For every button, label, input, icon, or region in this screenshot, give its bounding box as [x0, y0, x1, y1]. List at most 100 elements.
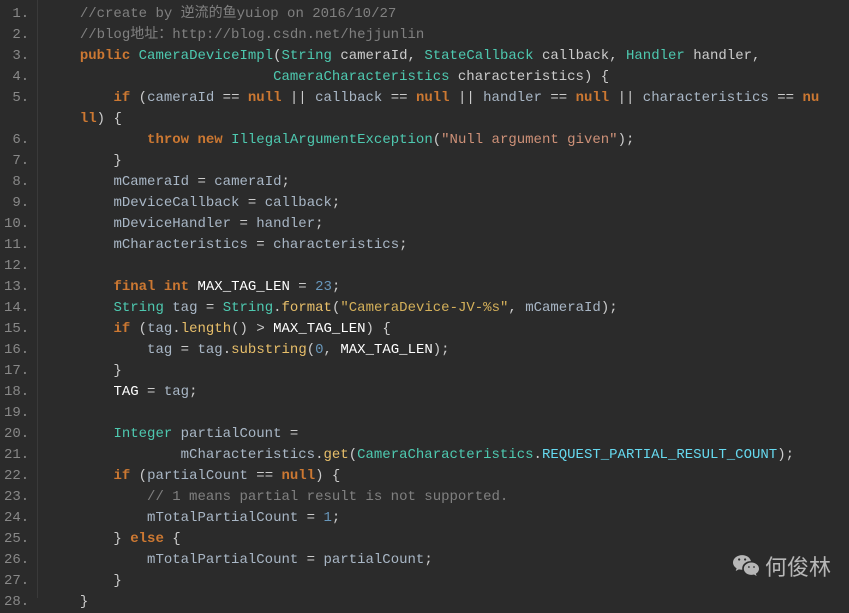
line-number: 25.	[4, 529, 29, 550]
code-line[interactable]: ll) {	[46, 109, 819, 130]
line-number: 17.	[4, 361, 29, 382]
token-keyword: null	[248, 90, 282, 106]
token-op: ==	[382, 90, 416, 106]
token-plain	[46, 468, 113, 484]
line-number: 9.	[4, 193, 29, 214]
token-paren: ) {	[97, 111, 122, 127]
code-line[interactable]: if (tag.length() > MAX_TAG_LEN) {	[46, 319, 819, 340]
code-line[interactable]: mDeviceHandler = handler;	[46, 214, 819, 235]
token-paren: }	[46, 531, 130, 547]
code-editor: 1.2.3.4.5. 6.7.8.9.10.11.12.13.14.15.16.…	[0, 0, 849, 598]
code-line[interactable]: // 1 means partial result is not support…	[46, 487, 819, 508]
token-ident: handler	[256, 216, 315, 232]
token-op: =	[197, 300, 222, 316]
token-paren: }	[46, 153, 122, 169]
code-line[interactable]: if (cameraId == null || callback == null…	[46, 88, 819, 109]
code-line[interactable]: //blog地址：http://blog.csdn.net/hejjunlin	[46, 25, 819, 46]
token-plain: .	[534, 447, 542, 463]
code-line[interactable]: String tag = String.format("CameraDevice…	[46, 298, 819, 319]
token-keyword: int	[164, 279, 189, 295]
token-paren: ) {	[366, 321, 391, 337]
token-plain: ,	[508, 300, 525, 316]
token-keyword: throw	[147, 132, 189, 148]
token-plain	[46, 27, 80, 43]
token-paren: }	[46, 594, 88, 610]
token-paren: (	[130, 90, 147, 106]
line-number: 13.	[4, 277, 29, 298]
token-plain	[46, 237, 113, 253]
token-op: =	[298, 510, 323, 526]
code-line[interactable]: throw new IllegalArgumentException("Null…	[46, 130, 819, 151]
token-plain: ;	[332, 510, 340, 526]
token-plain	[46, 6, 80, 22]
token-ident: cameraId	[147, 90, 214, 106]
token-keyword: null	[416, 90, 450, 106]
token-white: TAG	[113, 384, 138, 400]
code-line[interactable]: mTotalPartialCount = 1;	[46, 508, 819, 529]
code-line[interactable]: tag = tag.substring(0, MAX_TAG_LEN);	[46, 340, 819, 361]
line-number: 19.	[4, 403, 29, 424]
token-plain	[130, 48, 138, 64]
code-line[interactable]: } else {	[46, 529, 819, 550]
token-plain: .	[223, 342, 231, 358]
token-plain	[46, 321, 113, 337]
code-area[interactable]: //create by 逆流的鱼yuiop on 2016/10/27 //bl…	[38, 0, 819, 598]
code-line[interactable]: final int MAX_TAG_LEN = 23;	[46, 277, 819, 298]
token-ident: partialCount	[324, 552, 425, 568]
token-plain	[46, 174, 113, 190]
token-plain	[46, 426, 113, 442]
token-keyword: public	[80, 48, 130, 64]
code-line[interactable]: }	[46, 361, 819, 382]
code-line[interactable]: //create by 逆流的鱼yuiop on 2016/10/27	[46, 4, 819, 25]
code-line[interactable]: if (partialCount == null) {	[46, 466, 819, 487]
line-number: 14.	[4, 298, 29, 319]
token-op: ||	[450, 90, 484, 106]
token-paren: (	[130, 468, 147, 484]
code-line[interactable]: mCameraId = cameraId;	[46, 172, 819, 193]
token-keyword: final	[113, 279, 155, 295]
token-plain: ;	[315, 216, 323, 232]
code-line[interactable]: mDeviceCallback = callback;	[46, 193, 819, 214]
code-line[interactable]	[46, 256, 819, 277]
code-line[interactable]: }	[46, 592, 819, 613]
token-plain	[46, 90, 113, 106]
token-ident: tag	[164, 384, 189, 400]
token-classname: CameraCharacteristics	[273, 69, 449, 85]
token-op: =	[248, 237, 273, 253]
line-number: 20.	[4, 424, 29, 445]
code-line[interactable]: CameraCharacteristics characteristics) {	[46, 67, 819, 88]
code-line[interactable]: TAG = tag;	[46, 382, 819, 403]
code-line[interactable]: mTotalPartialCount = partialCount;	[46, 550, 819, 571]
token-plain: ;	[424, 552, 432, 568]
code-line[interactable]: }	[46, 571, 819, 592]
token-op: ==	[769, 90, 803, 106]
token-op: ||	[609, 90, 643, 106]
token-classname: IllegalArgumentException	[231, 132, 433, 148]
token-plain	[155, 279, 163, 295]
token-keyword: null	[282, 468, 316, 484]
token-keyword: new	[197, 132, 222, 148]
token-ident: tag	[147, 342, 172, 358]
line-number: 5.	[4, 88, 29, 109]
code-line[interactable]: mCharacteristics = characteristics;	[46, 235, 819, 256]
token-op: ==	[214, 90, 248, 106]
code-line[interactable]	[46, 403, 819, 424]
token-paren: );	[618, 132, 635, 148]
token-field: mDeviceCallback	[113, 195, 239, 211]
line-number: 15.	[4, 319, 29, 340]
token-plain	[534, 48, 542, 64]
line-number: 26.	[4, 550, 29, 571]
code-line[interactable]: mCharacteristics.get(CameraCharacteristi…	[46, 445, 819, 466]
token-classname: StateCallback	[424, 48, 533, 64]
token-paren: (	[307, 342, 315, 358]
code-line[interactable]: }	[46, 151, 819, 172]
code-line[interactable]: Integer partialCount =	[46, 424, 819, 445]
token-paren: );	[601, 300, 618, 316]
token-plain	[223, 132, 231, 148]
token-plain: ;	[332, 279, 340, 295]
token-paren: {	[164, 531, 181, 547]
code-line[interactable]: public CameraDeviceImpl(String cameraId,…	[46, 46, 819, 67]
watermark-text: 何俊林	[765, 557, 831, 578]
token-op: =	[239, 195, 264, 211]
token-method: length	[181, 321, 231, 337]
